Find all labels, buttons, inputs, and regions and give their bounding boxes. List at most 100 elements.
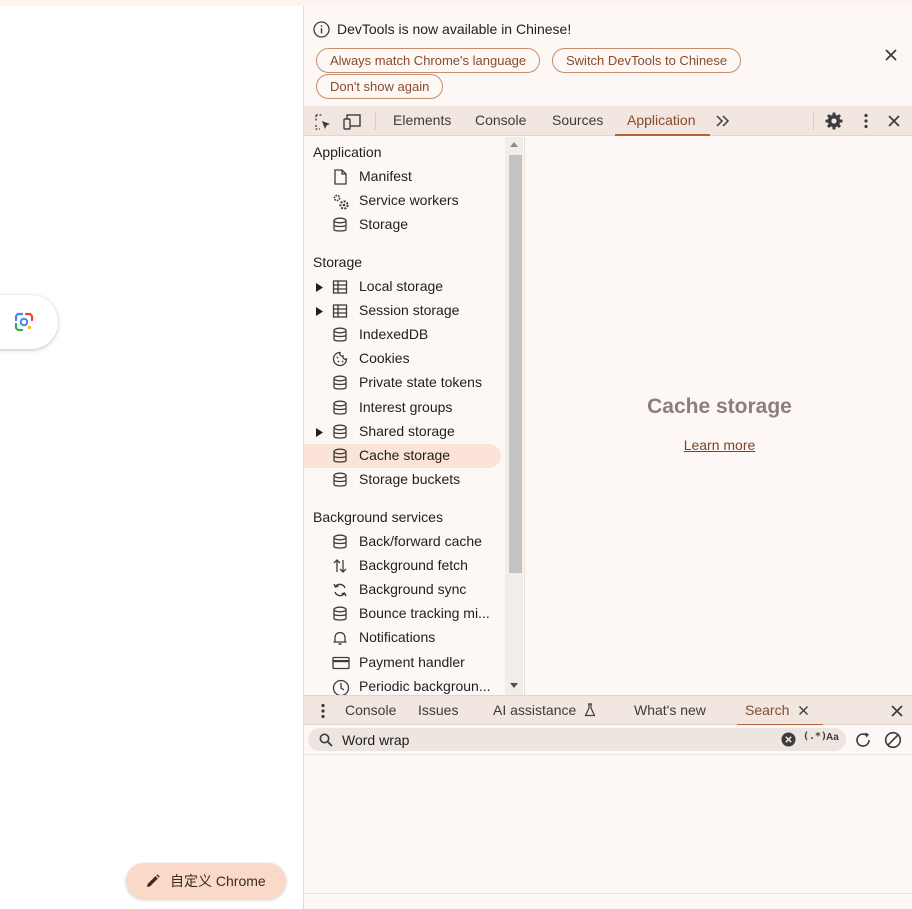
cookie-icon <box>332 351 348 367</box>
sidebar-item-label: Cookies <box>359 350 410 366</box>
sidebar-item-cache-storage[interactable]: Cache storage <box>304 444 501 468</box>
sidebar-item-label: Session storage <box>359 302 460 318</box>
tab-console[interactable]: Console <box>475 106 526 136</box>
expand-arrow-icon[interactable] <box>316 428 323 437</box>
sidebar-item-label: Background fetch <box>359 557 468 573</box>
info-icon <box>313 21 330 38</box>
tab-sources[interactable]: Sources <box>552 106 603 136</box>
sidebar-item-label: Back/forward cache <box>359 533 482 549</box>
close-devtools-icon[interactable] <box>887 114 901 128</box>
always-match-language-button[interactable]: Always match Chrome's language <box>316 48 541 73</box>
drawer-tab-ai-assistance[interactable]: AI assistance <box>493 696 596 726</box>
toolbar-divider-right <box>813 112 814 130</box>
file-icon <box>332 169 348 185</box>
sidebar-item-periodic-background-sync[interactable]: Periodic backgroun... <box>304 675 501 695</box>
inspect-element-icon[interactable] <box>314 113 332 131</box>
sidebar-item-bounce-tracking[interactable]: Bounce tracking mi... <box>304 602 501 626</box>
drawer-tab-search[interactable]: Search <box>736 696 824 726</box>
learn-more-link[interactable]: Learn more <box>525 437 912 453</box>
sidebar-item-payment-handler[interactable]: Payment handler <box>304 651 501 675</box>
sidebar-item-label: IndexedDB <box>359 326 429 342</box>
sidebar-item-storage[interactable]: Storage <box>304 213 501 237</box>
sidebar-item-back-forward-cache[interactable]: Back/forward cache <box>304 530 501 554</box>
database-icon <box>332 606 348 622</box>
scroll-up-arrow-icon[interactable] <box>510 142 518 147</box>
sync-icon <box>332 582 348 598</box>
flask-icon <box>584 703 596 717</box>
google-lens-icon <box>14 312 34 332</box>
sidebar-item-shared-storage[interactable]: Shared storage <box>304 420 501 444</box>
devtools-panel: DevTools is now available in Chinese! Al… <box>303 6 912 909</box>
close-infobar-icon[interactable] <box>884 48 898 62</box>
clock-icon <box>332 679 350 695</box>
match-case-toggle-button[interactable]: Aa <box>826 732 839 743</box>
sidebar-item-storage-buckets[interactable]: Storage buckets <box>304 468 501 492</box>
sidebar-item-cookies[interactable]: Cookies <box>304 347 501 371</box>
sidebar-item-indexeddb[interactable]: IndexedDB <box>304 323 501 347</box>
sidebar-item-label: Notifications <box>359 629 436 645</box>
switch-to-chinese-button[interactable]: Switch DevTools to Chinese <box>552 48 742 73</box>
sidebar-item-label: Interest groups <box>359 399 453 415</box>
customize-chrome-button[interactable]: 自定义 Chrome <box>126 863 286 899</box>
credit-card-icon <box>332 655 350 671</box>
database-icon <box>332 424 348 440</box>
tab-application[interactable]: Application <box>615 106 709 136</box>
database-icon <box>332 217 348 233</box>
sidebar-item-session-storage[interactable]: Session storage <box>304 299 501 323</box>
refresh-icon[interactable] <box>854 731 872 749</box>
infobar-message: DevTools is now available in Chinese! <box>337 21 572 37</box>
database-icon <box>332 472 348 488</box>
table-icon <box>332 303 348 319</box>
sidebar-item-label: Local storage <box>359 278 444 294</box>
drawer-tab-label: AI assistance <box>493 702 577 718</box>
sidebar-item-background-fetch[interactable]: Background fetch <box>304 554 501 578</box>
expand-arrow-icon[interactable] <box>316 283 323 292</box>
search-toolbar: (.*) Aa <box>304 725 912 755</box>
scrollbar-thumb[interactable] <box>509 155 522 573</box>
content-title: Cache storage <box>647 395 792 418</box>
dont-show-again-button[interactable]: Don't show again <box>316 74 444 99</box>
more-options-icon[interactable] <box>863 113 869 129</box>
database-icon <box>332 327 348 343</box>
clear-search-icon[interactable] <box>781 732 796 747</box>
search-field[interactable]: (.*) Aa <box>308 728 846 751</box>
close-search-tab-icon[interactable] <box>798 705 809 716</box>
sidebar-item-notifications[interactable]: Notifications <box>304 626 501 650</box>
tab-elements[interactable]: Elements <box>393 106 451 136</box>
drawer-tab-whats-new[interactable]: What's new <box>634 696 706 726</box>
drawer-menu-icon[interactable] <box>320 703 326 719</box>
device-toolbar-icon[interactable] <box>343 113 363 131</box>
database-icon <box>332 400 348 416</box>
sidebar-item-label: Background sync <box>359 581 467 597</box>
customize-chrome-label: 自定义 Chrome <box>170 873 266 889</box>
main-tab-bar: Elements Console Sources Application <box>304 106 912 136</box>
sidebar-item-label: Service workers <box>359 192 459 208</box>
drawer-tab-bar: Console Issues AI assistance What's new … <box>304 695 912 726</box>
regex-toggle-button[interactable]: (.*) <box>803 731 827 742</box>
toolbar-divider <box>375 112 376 130</box>
drawer-tab-issues[interactable]: Issues <box>418 696 458 726</box>
expand-arrow-icon[interactable] <box>316 307 323 316</box>
search-input[interactable] <box>342 730 772 749</box>
section-header-storage: Storage <box>313 254 363 270</box>
close-drawer-icon[interactable] <box>890 704 904 718</box>
sidebar-item-local-storage[interactable]: Local storage <box>304 275 501 299</box>
sidebar-item-manifest[interactable]: Manifest <box>304 165 501 189</box>
sidebar-item-label: Bounce tracking mi... <box>359 605 490 621</box>
application-sidebar: Application Manifest Service workers Sto… <box>304 137 524 695</box>
sidebar-item-label: Private state tokens <box>359 374 482 390</box>
sidebar-item-interest-groups[interactable]: Interest groups <box>304 396 501 420</box>
more-tabs-chevron-icon[interactable] <box>715 114 731 128</box>
sidebar-item-private-state-tokens[interactable]: Private state tokens <box>304 371 501 395</box>
sidebar-item-background-sync[interactable]: Background sync <box>304 578 501 602</box>
gear-icon[interactable] <box>825 112 843 130</box>
google-lens-button[interactable] <box>0 295 58 349</box>
database-icon <box>332 534 348 550</box>
new-tab-page: 自定义 Chrome <box>0 6 303 909</box>
drawer-tab-console[interactable]: Console <box>345 696 396 726</box>
sidebar-scrollbar[interactable] <box>505 137 523 695</box>
clear-results-icon[interactable] <box>884 731 902 749</box>
language-infobar: DevTools is now available in Chinese! Al… <box>304 6 912 106</box>
sidebar-item-service-workers[interactable]: Service workers <box>304 189 501 213</box>
scroll-down-arrow-icon[interactable] <box>510 683 518 688</box>
